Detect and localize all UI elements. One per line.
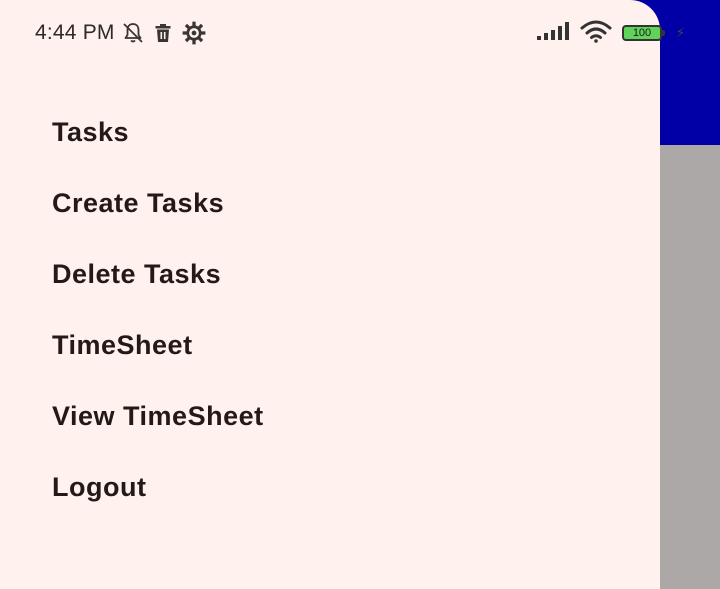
status-right: 100 ⚡ [536,20,685,46]
battery-nub [662,30,665,36]
battery-icon: 100 [622,25,665,41]
notifications-off-icon [121,21,145,45]
screen: Tasks Create Tasks Delete Tasks TimeShee… [0,0,720,589]
menu-item-tasks[interactable]: Tasks [0,97,660,168]
navigation-drawer: Tasks Create Tasks Delete Tasks TimeShee… [0,0,660,589]
drawer-menu: Tasks Create Tasks Delete Tasks TimeShee… [0,97,660,523]
menu-item-logout[interactable]: Logout [0,452,660,523]
battery-level: 100 [632,27,652,39]
status-clock: 4:44 PM [35,21,115,44]
menu-item-timesheet[interactable]: TimeSheet [0,310,660,381]
signal-icon [536,21,570,46]
menu-item-create-tasks[interactable]: Create Tasks [0,168,660,239]
status-left: 4:44 PM [35,19,207,47]
charging-icon: ⚡ [676,25,686,40]
menu-item-delete-tasks[interactable]: Delete Tasks [0,239,660,310]
trash-icon [151,21,175,45]
wifi-icon [580,19,612,48]
status-bar: 4:44 PM 100 ⚡ [0,0,720,64]
menu-item-view-timesheet[interactable]: View TimeSheet [0,381,660,452]
settings-icon [181,20,207,46]
